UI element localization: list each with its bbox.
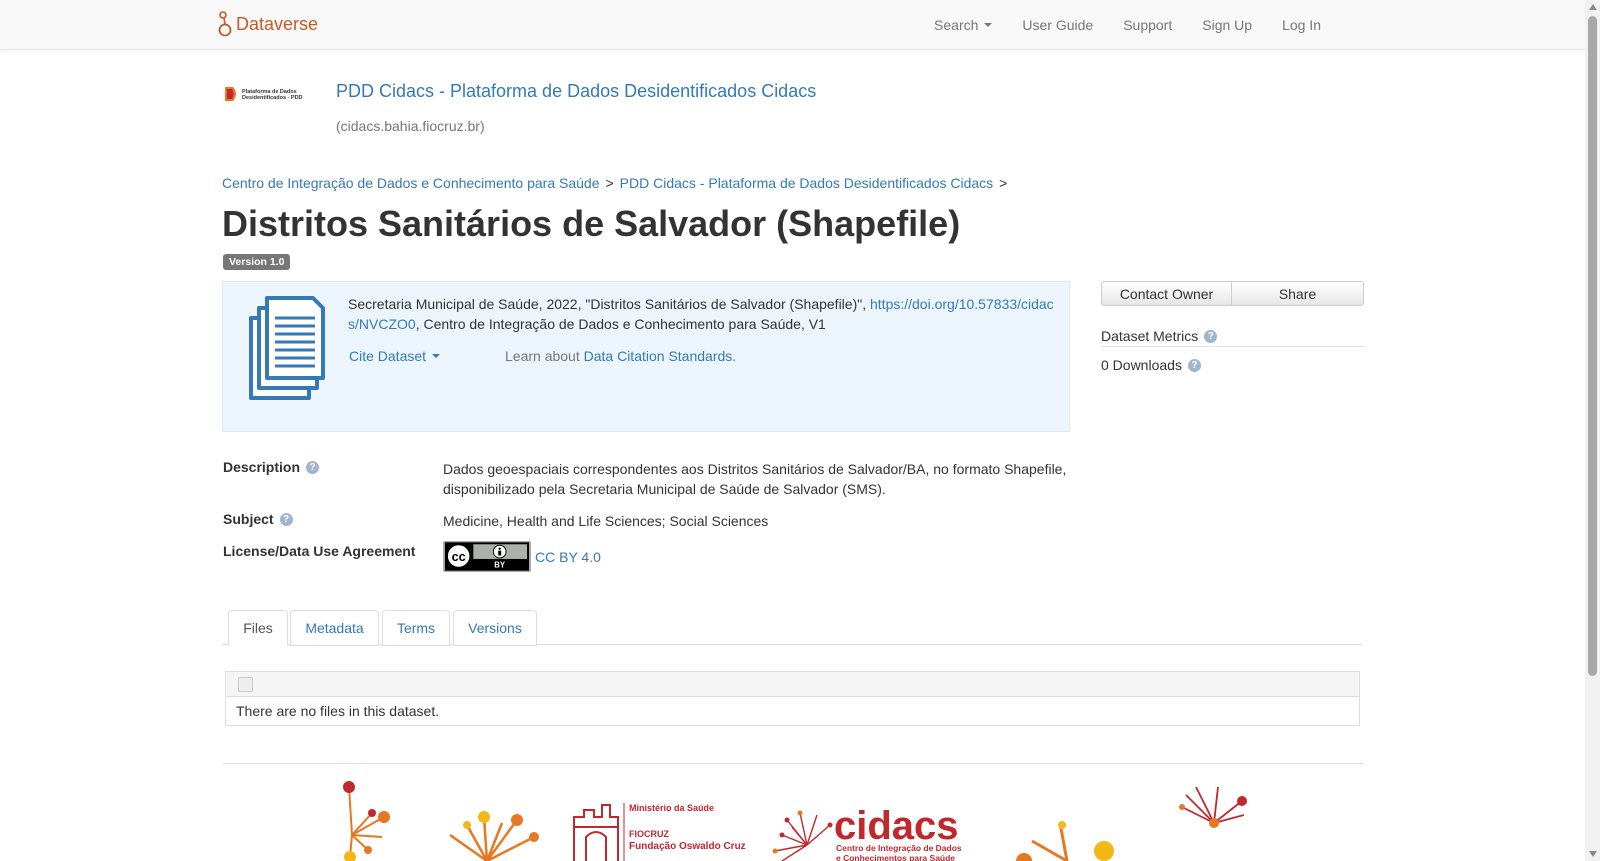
- cc-by-badge-icon[interactable]: cc BY: [443, 541, 531, 572]
- dataset-metrics-heading: Dataset Metrics?: [1101, 328, 1218, 344]
- subject-label-text: Subject: [223, 511, 274, 527]
- files-table-header: [226, 672, 1359, 697]
- breadcrumb-separator: >: [605, 175, 614, 191]
- learn-about-text: Learn about Data Citation Standards.: [505, 348, 736, 364]
- pdd-logo-icon: Plataforma de Dados Desidentificados - P…: [225, 87, 303, 101]
- dataverse-brand-link[interactable]: Dataverse: [218, 10, 318, 38]
- nav-support[interactable]: Support: [1123, 17, 1172, 33]
- help-icon[interactable]: ?: [1204, 329, 1218, 343]
- license-link[interactable]: CC BY 4.0: [535, 549, 601, 565]
- svg-text:cc: cc: [452, 550, 466, 564]
- footer-logos: Ministério da Saúde FIOCRUZ Fundação Osw…: [222, 775, 1364, 861]
- data-citation-standards-link[interactable]: Data Citation Standards.: [584, 348, 737, 364]
- chevron-down-icon: [984, 23, 993, 27]
- files-table: There are no files in this dataset.: [225, 671, 1360, 726]
- citation-box: Secretaria Municipal de Saúde, 2022, "Di…: [222, 281, 1070, 432]
- citation-text-after: , Centro de Integração de Dados e Conhec…: [415, 316, 826, 332]
- brand-name: Dataverse: [236, 13, 319, 34]
- breadcrumb-separator: >: [999, 175, 1008, 191]
- dataverse-affiliation: (cidacs.bahia.fiocruz.br): [336, 118, 485, 134]
- svg-text:cidacs: cidacs: [834, 804, 959, 848]
- nav-search-label: Search: [934, 17, 979, 33]
- help-icon[interactable]: ?: [1187, 358, 1201, 372]
- dataset-tabs: Files Metadata Terms Versions: [222, 610, 1362, 646]
- svg-text:Fundação Oswaldo Cruz: Fundação Oswaldo Cruz: [629, 841, 746, 852]
- license-label: License/Data Use Agreement: [223, 543, 416, 559]
- tab-files[interactable]: Files: [228, 610, 288, 646]
- svg-text:BY: BY: [494, 561, 506, 570]
- tab-metadata[interactable]: Metadata: [290, 610, 379, 646]
- cite-dataset-dropdown[interactable]: Cite Dataset: [349, 348, 441, 364]
- page-scrollbar[interactable]: [1585, 0, 1600, 861]
- citation-text: Secretaria Municipal de Saúde, 2022, "Di…: [348, 294, 1056, 334]
- chevron-down-icon: [432, 354, 441, 358]
- page-title: Distritos Sanitários de Salvador (Shapef…: [222, 203, 961, 244]
- svg-text:Ministério da Saúde: Ministério da Saúde: [629, 803, 714, 813]
- dataverse-name-link[interactable]: PDD Cidacs - Plataforma de Dados Desiden…: [336, 81, 816, 102]
- svg-text:FIOCRUZ: FIOCRUZ: [629, 829, 669, 839]
- nav-user-guide[interactable]: User Guide: [1022, 17, 1093, 33]
- svg-text:Desidentificados - PDD: Desidentificados - PDD: [242, 95, 303, 101]
- nav-log-in[interactable]: Log In: [1282, 17, 1321, 33]
- learn-about-label: Learn about: [505, 348, 584, 364]
- nav-sign-up[interactable]: Sign Up: [1202, 17, 1252, 33]
- scrollbar-thumb[interactable]: [1588, 16, 1597, 676]
- downloads-count: 0 Downloads?: [1101, 357, 1201, 373]
- breadcrumb: Centro de Integração de Dados e Conhecim…: [222, 175, 1013, 191]
- help-icon[interactable]: ?: [279, 512, 293, 526]
- svg-text:e Conhecimentos para Saúde: e Conhecimentos para Saúde: [836, 853, 955, 861]
- document-stack-icon: [249, 296, 325, 400]
- footer-divider: [222, 763, 1364, 764]
- version-badge: Version 1.0: [223, 254, 291, 270]
- downloads-label: 0 Downloads: [1101, 357, 1182, 373]
- tab-versions[interactable]: Versions: [453, 610, 537, 646]
- dataverse-logo[interactable]: Plataforma de Dados Desidentificados - P…: [223, 85, 323, 103]
- tab-terms[interactable]: Terms: [382, 610, 450, 646]
- breadcrumb-item-cidacs[interactable]: Centro de Integração de Dados e Conhecim…: [222, 175, 599, 191]
- help-icon[interactable]: ?: [306, 460, 320, 474]
- description-label-text: Description: [223, 459, 301, 475]
- subject-label: Subject?: [223, 511, 293, 527]
- select-all-checkbox[interactable]: [238, 677, 253, 692]
- metrics-divider: [1101, 346, 1364, 347]
- dataset-actions: Contact Owner Share: [1101, 281, 1364, 306]
- nav-search-dropdown[interactable]: Search: [934, 17, 993, 33]
- description-value: Dados geoespaciais correspondentes aos D…: [443, 461, 1067, 497]
- subject-value: Medicine, Health and Life Sciences; Soci…: [443, 513, 769, 529]
- dataverse-logo-icon: [218, 11, 232, 37]
- citation-text-before: Secretaria Municipal de Saúde, 2022, "Di…: [348, 296, 870, 312]
- contact-owner-button[interactable]: Contact Owner: [1101, 281, 1232, 306]
- description-label: Description?: [223, 459, 320, 475]
- dataset-metrics-label: Dataset Metrics: [1101, 328, 1199, 344]
- nav-links: Search User Guide Support Sign Up Log In: [904, 0, 1321, 50]
- breadcrumb-item-pdd[interactable]: PDD Cidacs - Plataforma de Dados Desiden…: [620, 175, 994, 191]
- license-value: cc BY CC BY 4.0: [443, 541, 1073, 572]
- share-button[interactable]: Share: [1232, 281, 1364, 306]
- svg-text:Centro de Integração de Dados: Centro de Integração de Dados: [836, 843, 962, 853]
- scroll-down-icon[interactable]: [1589, 851, 1597, 857]
- cite-dataset-label: Cite Dataset: [349, 348, 427, 364]
- top-navbar: Dataverse Search User Guide Support Sign…: [0, 0, 1585, 50]
- files-empty-message: There are no files in this dataset.: [236, 703, 440, 719]
- scroll-up-icon[interactable]: [1589, 4, 1597, 10]
- partner-logos-icon: Ministério da Saúde FIOCRUZ Fundação Osw…: [343, 781, 1247, 861]
